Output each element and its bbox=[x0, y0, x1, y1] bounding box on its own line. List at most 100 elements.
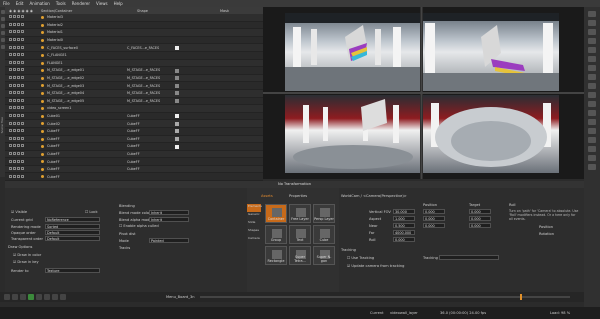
visible-checkbox[interactable]: ☑ Visible bbox=[11, 210, 27, 214]
row-material-thumb[interactable] bbox=[175, 137, 179, 141]
position-y-field[interactable]: 0.000 bbox=[423, 216, 445, 221]
position-x-field[interactable]: 0.000 bbox=[423, 209, 445, 214]
transformation-bar[interactable]: No Transformation bbox=[5, 181, 584, 188]
outliner-row[interactable]: M_STAGE_...e_edge04 M_STAGE...e_FACES bbox=[5, 89, 263, 98]
update-camera-checkbox[interactable]: ☑ Update camera from tracking bbox=[347, 264, 404, 268]
outliner-row[interactable]: M_STAGE_...e_edge05 M_STAGE...e_FACES bbox=[5, 98, 263, 106]
mode-select[interactable]: Painted bbox=[149, 238, 189, 243]
go-start-icon[interactable] bbox=[4, 294, 10, 300]
asset-tile[interactable]: Cube bbox=[313, 225, 335, 244]
col-shape-header[interactable]: Shape bbox=[137, 9, 148, 13]
row-visibility-toggles[interactable] bbox=[9, 151, 25, 156]
text-icon[interactable] bbox=[588, 38, 596, 44]
row-visibility-toggles[interactable] bbox=[9, 53, 25, 57]
timeline-playhead[interactable] bbox=[520, 294, 522, 300]
row-material-thumb[interactable] bbox=[175, 99, 179, 104]
use-tracking-checkbox[interactable]: ☐ Use Tracking bbox=[347, 256, 374, 260]
row-visibility-toggles[interactable] bbox=[9, 60, 25, 65]
row-material-thumb[interactable] bbox=[175, 121, 179, 126]
row-material-thumb[interactable] bbox=[175, 83, 179, 88]
outliner-row[interactable]: Material0 bbox=[5, 37, 263, 45]
asset-category[interactable]: Camera bbox=[247, 236, 261, 244]
row-visibility-toggles[interactable] bbox=[9, 68, 25, 72]
row-visibility-toggles[interactable] bbox=[9, 76, 25, 80]
row-visibility-toggles[interactable] bbox=[9, 38, 25, 42]
timeline-track[interactable] bbox=[200, 296, 570, 298]
quad-view-icon[interactable] bbox=[588, 128, 596, 134]
draw-options-header[interactable]: Draw Options bbox=[8, 245, 32, 249]
blend-mode-color-select[interactable]: Inherit bbox=[149, 210, 189, 215]
row-visibility-toggles[interactable] bbox=[9, 98, 25, 103]
row-visibility-toggles[interactable] bbox=[9, 167, 25, 171]
row-visibility-toggles[interactable] bbox=[9, 136, 25, 141]
row-visibility-toggles[interactable] bbox=[9, 174, 25, 179]
outliner-row[interactable]: FLANGE1 bbox=[5, 59, 263, 68]
viewport-bottom-left[interactable] bbox=[285, 95, 420, 173]
row-visibility-toggles[interactable] bbox=[9, 83, 25, 88]
row-visibility-toggles[interactable] bbox=[9, 106, 25, 110]
scale-tool-icon[interactable] bbox=[0, 31, 5, 35]
row-visibility-toggles[interactable] bbox=[9, 114, 25, 118]
near-field[interactable]: 0.500 bbox=[393, 223, 415, 228]
outliner-row[interactable]: C_FACES_surface0 C_FACES...e_FACES bbox=[5, 44, 263, 52]
outliner-row[interactable]: CubeFF CubeFF bbox=[5, 165, 263, 174]
camera-tool-icon[interactable] bbox=[0, 45, 5, 49]
scene-outliner[interactable]: Material3 Material2 Material1 Material0 … bbox=[5, 14, 263, 181]
row-visibility-toggles[interactable] bbox=[9, 22, 25, 27]
col-name-header[interactable]: Section/Container bbox=[41, 9, 72, 13]
asset-tile[interactable]: Group bbox=[265, 225, 287, 244]
camera-icon[interactable] bbox=[588, 56, 596, 62]
settings-icon[interactable] bbox=[588, 110, 596, 116]
snap-icon[interactable] bbox=[588, 74, 596, 80]
safe-area-icon[interactable] bbox=[588, 146, 596, 152]
menu-file[interactable]: File bbox=[3, 1, 10, 6]
menu-help[interactable]: Help bbox=[114, 1, 123, 6]
animation-icon[interactable] bbox=[588, 92, 596, 98]
outliner-row[interactable]: CubeFF CubeFF bbox=[5, 143, 263, 151]
outliner-row[interactable]: video_screen1 bbox=[5, 105, 263, 113]
menu-views[interactable]: Views bbox=[96, 1, 108, 6]
row-visibility-toggles[interactable] bbox=[9, 159, 25, 164]
rotate-tool-icon[interactable] bbox=[0, 24, 5, 28]
row-material-thumb[interactable] bbox=[175, 144, 179, 149]
blend-alpha-select[interactable]: Inherit bbox=[149, 217, 189, 222]
target-y-field[interactable]: 0.000 bbox=[469, 216, 491, 221]
row-visibility-toggles[interactable] bbox=[9, 45, 25, 50]
viewport-top-left[interactable] bbox=[285, 13, 420, 91]
outliner-row[interactable]: CubeFF CubeFF bbox=[5, 158, 263, 166]
stats-icon[interactable] bbox=[588, 155, 596, 161]
viewport-area[interactable] bbox=[263, 7, 584, 179]
viewport-bottom-right[interactable] bbox=[423, 95, 559, 173]
outliner-row[interactable]: C_FLANGE1 bbox=[5, 52, 263, 60]
row-visibility-toggles[interactable] bbox=[9, 15, 25, 19]
step-forward-icon[interactable] bbox=[36, 294, 42, 300]
far-field[interactable]: 4000.000 bbox=[393, 230, 415, 235]
outliner-row[interactable]: Material1 bbox=[5, 29, 263, 37]
menu-renderer[interactable]: Renderer bbox=[72, 1, 90, 6]
record-icon[interactable] bbox=[60, 294, 66, 300]
outliner-row[interactable]: M_STAGE_...e_edge01 M_STAGE...e_FACES bbox=[5, 67, 263, 75]
select-tool-icon[interactable] bbox=[0, 10, 5, 14]
go-end-icon[interactable] bbox=[44, 294, 50, 300]
tab-assets[interactable]: Assets bbox=[261, 194, 273, 198]
move-tool-icon[interactable] bbox=[0, 17, 5, 21]
light-icon[interactable] bbox=[588, 47, 596, 53]
asset-tile[interactable]: Super N-gon bbox=[313, 246, 335, 265]
menu-tools[interactable]: Tools bbox=[56, 1, 66, 6]
col-mask-header[interactable]: Mask bbox=[220, 9, 229, 13]
layout-icon[interactable] bbox=[588, 119, 596, 125]
asset-tile[interactable]: Super Tetra... bbox=[289, 246, 311, 265]
opaque-order-select[interactable]: Default bbox=[45, 230, 100, 235]
aspect-field[interactable]: 1.000 bbox=[393, 216, 415, 221]
overlay-icon[interactable] bbox=[588, 164, 596, 170]
transparent-order-select[interactable]: Default bbox=[45, 236, 100, 241]
asset-tile[interactable]: Persp Layer bbox=[313, 204, 335, 223]
row-visibility-toggles[interactable] bbox=[9, 30, 25, 34]
asset-tile[interactable]: Text bbox=[289, 225, 311, 244]
fullscreen-icon[interactable] bbox=[588, 137, 596, 143]
outliner-row[interactable]: CubeFF bbox=[5, 173, 263, 181]
viewport-quad-view[interactable] bbox=[263, 7, 584, 179]
layers-icon[interactable] bbox=[588, 83, 596, 89]
step-back-icon[interactable] bbox=[12, 294, 18, 300]
menu-edit[interactable]: Edit bbox=[16, 1, 24, 6]
